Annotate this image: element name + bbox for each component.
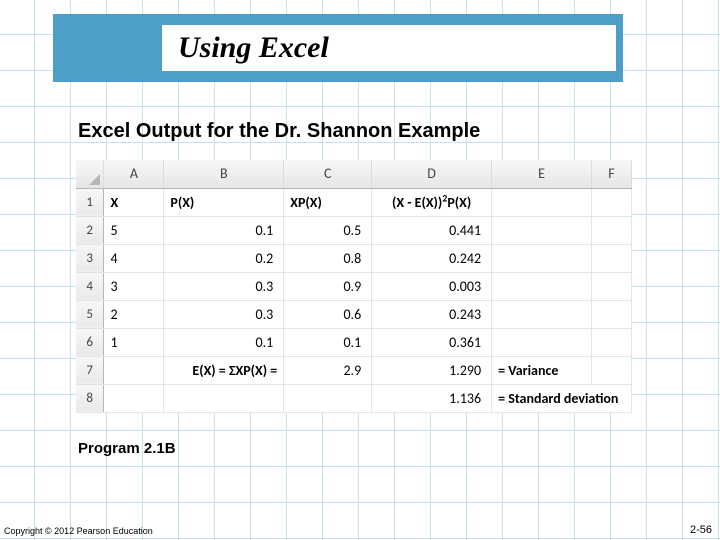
page-number: 2-56 bbox=[690, 524, 712, 536]
cell-E5[interactable] bbox=[492, 300, 592, 328]
col-header-B[interactable]: B bbox=[164, 160, 284, 188]
cell-A3[interactable]: 4 bbox=[104, 244, 164, 272]
cell-D6[interactable]: 0.361 bbox=[372, 328, 492, 356]
cell-F5[interactable] bbox=[591, 300, 631, 328]
cell-E2[interactable] bbox=[492, 216, 592, 244]
cell-A1[interactable]: X bbox=[104, 188, 164, 216]
row-header-2[interactable]: 2 bbox=[76, 216, 104, 244]
cell-B1[interactable]: P(X) bbox=[164, 188, 284, 216]
table-row: 4 3 0.3 0.9 0.003 bbox=[76, 272, 632, 300]
row-header-8[interactable]: 8 bbox=[76, 384, 104, 412]
program-label: Program 2.1B bbox=[78, 440, 176, 457]
cell-D2[interactable]: 0.441 bbox=[372, 216, 492, 244]
select-all-corner[interactable] bbox=[76, 160, 104, 188]
col-header-F[interactable]: F bbox=[591, 160, 631, 188]
cell-F6[interactable] bbox=[591, 328, 631, 356]
cell-C3[interactable]: 0.8 bbox=[284, 244, 372, 272]
cell-F7[interactable] bbox=[591, 356, 631, 384]
select-all-triangle-icon bbox=[89, 174, 100, 185]
cell-B2[interactable]: 0.1 bbox=[164, 216, 284, 244]
cell-B3[interactable]: 0.2 bbox=[164, 244, 284, 272]
table-row: 6 1 0.1 0.1 0.361 bbox=[76, 328, 632, 356]
cell-E6[interactable] bbox=[492, 328, 592, 356]
col-header-D[interactable]: D bbox=[372, 160, 492, 188]
col-header-A[interactable]: A bbox=[104, 160, 164, 188]
row-header-3[interactable]: 3 bbox=[76, 244, 104, 272]
cell-C7[interactable]: 2.9 bbox=[284, 356, 372, 384]
slide-title: Using Excel bbox=[178, 31, 329, 65]
cell-D3[interactable]: 0.242 bbox=[372, 244, 492, 272]
title-inner: Using Excel bbox=[162, 25, 616, 71]
cell-A4[interactable]: 3 bbox=[104, 272, 164, 300]
row-header-1[interactable]: 1 bbox=[76, 188, 104, 216]
cell-A5[interactable]: 2 bbox=[104, 300, 164, 328]
cell-B7[interactable]: E(X) = ΣXP(X) = bbox=[164, 356, 284, 384]
cell-E8[interactable]: = Standard deviation bbox=[492, 384, 632, 412]
cell-C4[interactable]: 0.9 bbox=[284, 272, 372, 300]
d1-post: P(X) bbox=[447, 194, 471, 211]
cell-B4[interactable]: 0.3 bbox=[164, 272, 284, 300]
cell-B8[interactable] bbox=[164, 384, 284, 412]
cell-A8[interactable] bbox=[104, 384, 164, 412]
cell-B5[interactable]: 0.3 bbox=[164, 300, 284, 328]
excel-screenshot: A B C D E F 1 X P(X) XP(X) (X - E(X))2P(… bbox=[76, 160, 632, 413]
cell-D5[interactable]: 0.243 bbox=[372, 300, 492, 328]
cell-D4[interactable]: 0.003 bbox=[372, 272, 492, 300]
cell-E3[interactable] bbox=[492, 244, 592, 272]
cell-E4[interactable] bbox=[492, 272, 592, 300]
table-row: 2 5 0.1 0.5 0.441 bbox=[76, 216, 632, 244]
column-header-row: A B C D E F bbox=[76, 160, 632, 188]
cell-F2[interactable] bbox=[591, 216, 631, 244]
cell-A2[interactable]: 5 bbox=[104, 216, 164, 244]
cell-F3[interactable] bbox=[591, 244, 631, 272]
excel-grid: A B C D E F 1 X P(X) XP(X) (X - E(X))2P(… bbox=[76, 160, 632, 413]
table-row: 7 E(X) = ΣXP(X) = 2.9 1.290 = Variance bbox=[76, 356, 632, 384]
cell-D8[interactable]: 1.136 bbox=[372, 384, 492, 412]
row-header-7[interactable]: 7 bbox=[76, 356, 104, 384]
cell-D7[interactable]: 1.290 bbox=[372, 356, 492, 384]
cell-C6[interactable]: 0.1 bbox=[284, 328, 372, 356]
col-header-E[interactable]: E bbox=[492, 160, 592, 188]
cell-C2[interactable]: 0.5 bbox=[284, 216, 372, 244]
cell-D1[interactable]: (X - E(X))2P(X) bbox=[372, 188, 492, 216]
row-header-6[interactable]: 6 bbox=[76, 328, 104, 356]
cell-C5[interactable]: 0.6 bbox=[284, 300, 372, 328]
cell-F1[interactable] bbox=[591, 188, 631, 216]
d1-pre: (X - E(X)) bbox=[392, 194, 442, 211]
table-row: 5 2 0.3 0.6 0.243 bbox=[76, 300, 632, 328]
cell-C1[interactable]: XP(X) bbox=[284, 188, 372, 216]
slide-subtitle: Excel Output for the Dr. Shannon Example bbox=[78, 120, 480, 143]
table-row: 3 4 0.2 0.8 0.242 bbox=[76, 244, 632, 272]
table-row: 1 X P(X) XP(X) (X - E(X))2P(X) bbox=[76, 188, 632, 216]
cell-E1[interactable] bbox=[492, 188, 592, 216]
cell-F4[interactable] bbox=[591, 272, 631, 300]
row-header-4[interactable]: 4 bbox=[76, 272, 104, 300]
col-header-C[interactable]: C bbox=[284, 160, 372, 188]
title-bar: Using Excel bbox=[53, 14, 623, 82]
row-header-5[interactable]: 5 bbox=[76, 300, 104, 328]
copyright-footer: Copyright © 2012 Pearson Education bbox=[4, 526, 153, 536]
cell-C8[interactable] bbox=[284, 384, 372, 412]
table-row: 8 1.136 = Standard deviation bbox=[76, 384, 632, 412]
cell-B6[interactable]: 0.1 bbox=[164, 328, 284, 356]
cell-A6[interactable]: 1 bbox=[104, 328, 164, 356]
cell-E7[interactable]: = Variance bbox=[492, 356, 592, 384]
cell-A7[interactable] bbox=[104, 356, 164, 384]
